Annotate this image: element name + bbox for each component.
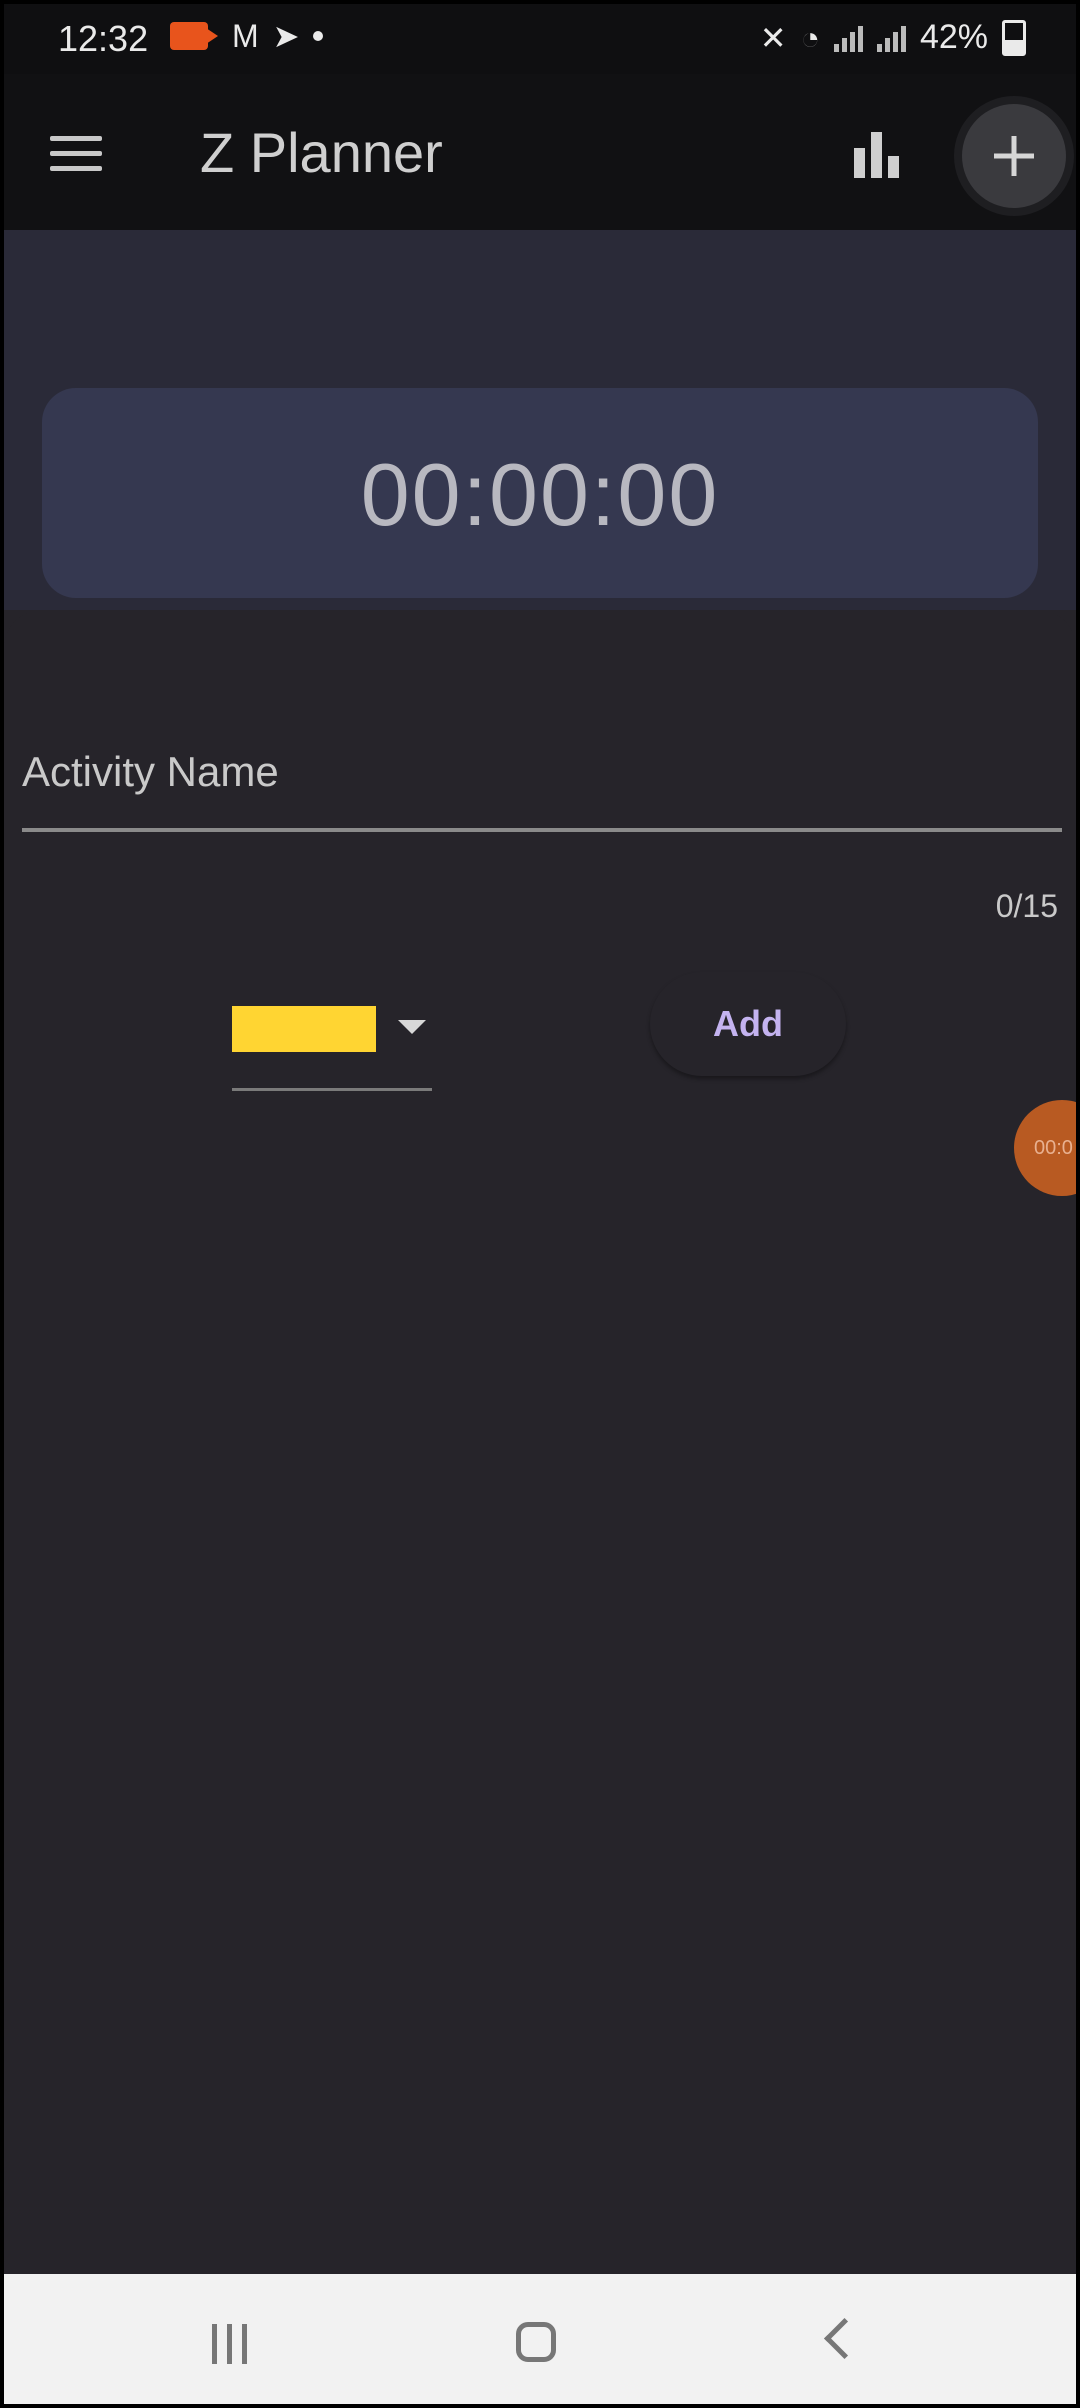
navigation-bar xyxy=(4,2274,1076,2404)
signal-icon xyxy=(833,24,863,52)
floating-timer-bubble[interactable]: 00:0 xyxy=(1014,1100,1076,1196)
screen-record-icon xyxy=(170,22,218,50)
timer-display: 00:00:00 xyxy=(360,445,720,544)
menu-icon[interactable] xyxy=(50,136,102,172)
app-title: Z Planner xyxy=(200,121,443,184)
battery-icon xyxy=(1002,19,1026,56)
back-icon[interactable] xyxy=(823,2317,866,2360)
status-bar: 12:32 M ➤ ✕ ◔ 42% xyxy=(4,4,1076,74)
wifi-icon: ◔ xyxy=(800,19,820,56)
home-icon[interactable] xyxy=(516,2322,556,2362)
add-button[interactable]: Add xyxy=(650,972,846,1076)
color-dropdown[interactable] xyxy=(232,994,432,1091)
recents-icon[interactable] xyxy=(212,2324,247,2364)
timer-section: 00:00:00 xyxy=(4,230,1076,610)
activity-name-label: Activity Name xyxy=(22,748,279,795)
dropdown-arrow-icon xyxy=(398,1020,426,1034)
app-screen: 12:32 M ➤ ✕ ◔ 42% Z Planner 00:00:00 Act… xyxy=(4,4,1076,2404)
battery-percent: 42% xyxy=(919,18,988,56)
selected-color-swatch xyxy=(232,1006,376,1052)
mute-icon: ✕ xyxy=(759,19,787,56)
signal-icon xyxy=(876,24,906,52)
status-time: 12:32 xyxy=(58,18,149,59)
gmail-icon: M xyxy=(232,18,259,54)
telegram-icon: ➤ xyxy=(272,18,300,54)
character-counter: 0/15 xyxy=(995,888,1058,924)
timer-card: 00:00:00 xyxy=(42,388,1038,598)
notification-dot-icon xyxy=(313,31,324,41)
add-activity-sheet: Activity Name 0/15 Add 00:0 xyxy=(4,610,1076,2274)
add-activity-button[interactable] xyxy=(962,104,1066,208)
bar-chart-icon[interactable] xyxy=(854,130,904,178)
app-bar: Z Planner xyxy=(4,74,1076,230)
